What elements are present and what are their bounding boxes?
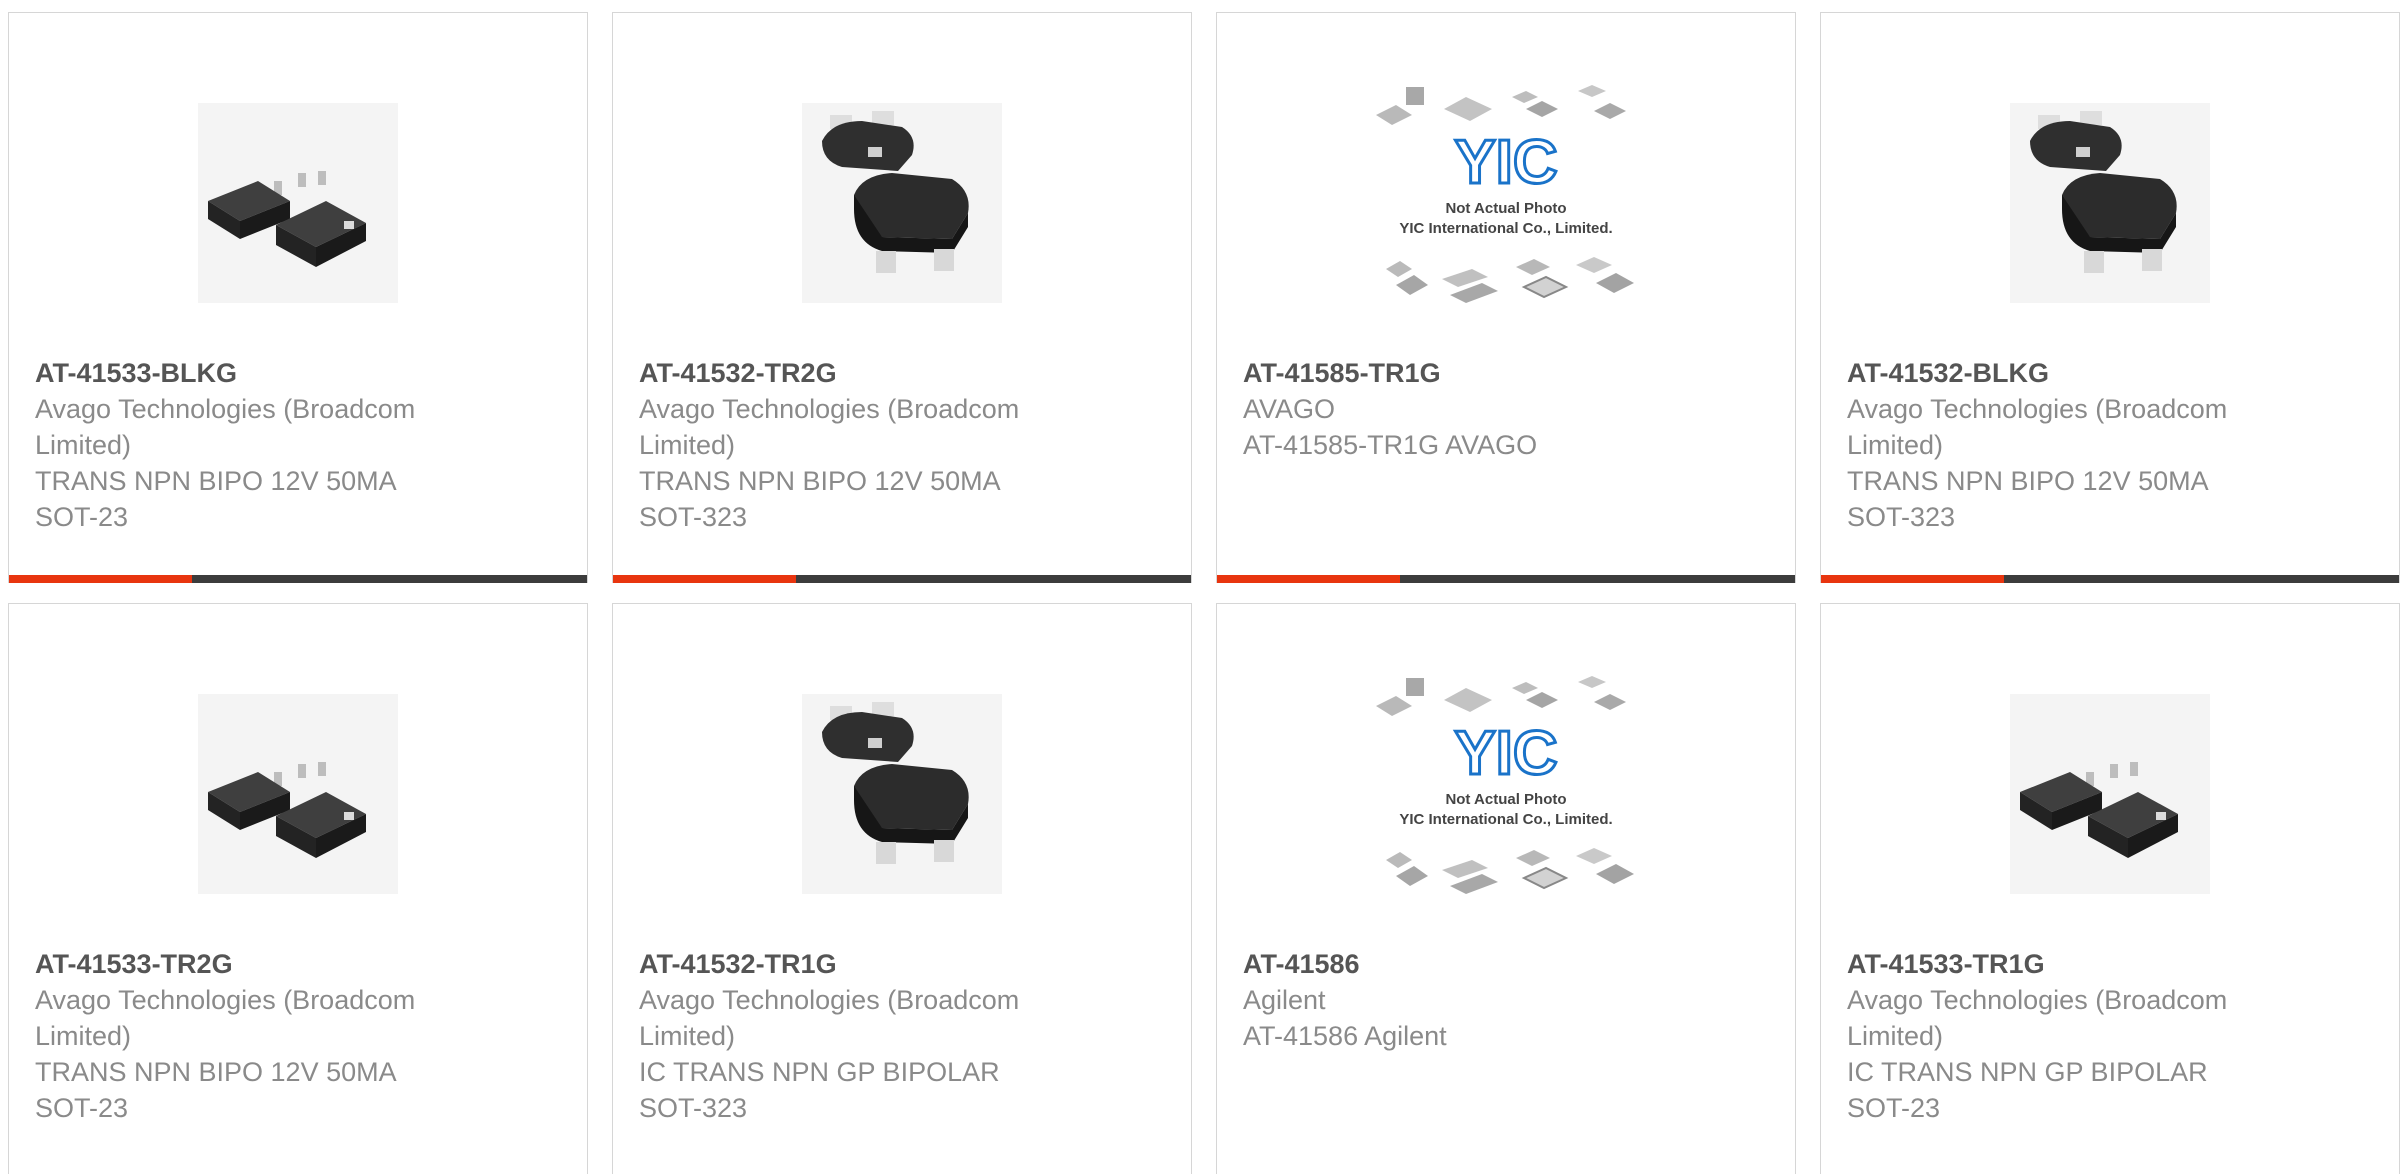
part-number-link[interactable]: AT-41533-TR1G	[1847, 946, 2347, 982]
part-number-link[interactable]: AT-41532-TR1G	[639, 946, 1139, 982]
description: SOT-323	[639, 502, 748, 532]
product-image[interactable]	[9, 664, 587, 924]
product-card[interactable]: AT-41532-BLKG Avago Technologies (Broadc…	[1820, 12, 2400, 583]
yic-logo: YIC	[1454, 128, 1557, 197]
sot-23-package-icon	[198, 103, 398, 303]
placeholder-caption: Not Actual Photo	[1445, 200, 1566, 217]
yic-logo: YIC	[1454, 719, 1557, 788]
description: TRANS NPN BIPO 12V 50MA	[639, 466, 1001, 496]
description: TRANS NPN BIPO 12V 50MA	[35, 1057, 397, 1087]
description: SOT-323	[1847, 502, 1956, 532]
product-grid: AT-41533-BLKG Avago Technologies (Broadc…	[8, 12, 2400, 1174]
manufacturer: Avago Technologies (Broadcom	[639, 394, 1020, 424]
manufacturer: Avago Technologies (Broadcom	[1847, 394, 2228, 424]
manufacturer: Avago Technologies (Broadcom	[35, 394, 416, 424]
product-info: AT-41533-TR1G Avago Technologies (Broadc…	[1847, 946, 2347, 1126]
description: TRANS NPN BIPO 12V 50MA	[35, 466, 397, 496]
product-info: AT-41532-BLKG Avago Technologies (Broadc…	[1847, 355, 2347, 535]
placeholder-caption: YIC International Co., Limited.	[1399, 220, 1612, 237]
part-number-link[interactable]: AT-41533-TR2G	[35, 946, 535, 982]
card-accent-bar	[9, 575, 192, 583]
card-accent-bar	[1821, 575, 2004, 583]
product-info: AT-41586 Agilent AT-41586 Agilent	[1243, 946, 1743, 1054]
manufacturer: AVAGO	[1243, 394, 1336, 424]
sot-23-package-icon	[2010, 694, 2210, 894]
product-image[interactable]	[9, 73, 587, 333]
card-bottom-bar	[613, 575, 1191, 583]
not-actual-photo-placeholder: YIC Not Actual Photo YIC International C…	[1376, 85, 1634, 303]
product-info: AT-41585-TR1G AVAGO AT-41585-TR1G AVAGO	[1243, 355, 1743, 463]
manufacturer: Limited)	[35, 1021, 132, 1051]
description: TRANS NPN BIPO 12V 50MA	[1847, 466, 2209, 496]
description: SOT-23	[1847, 1093, 1941, 1123]
product-card[interactable]: AT-41533-TR1G Avago Technologies (Broadc…	[1820, 603, 2400, 1174]
card-accent-bar	[613, 575, 796, 583]
placeholder-caption: YIC International Co., Limited.	[1399, 811, 1612, 828]
part-number-link[interactable]: AT-41533-BLKG	[35, 355, 535, 391]
sot-23-package-icon	[198, 694, 398, 894]
product-image[interactable]	[613, 73, 1191, 333]
product-info: AT-41532-TR2G Avago Technologies (Broadc…	[639, 355, 1139, 535]
description: IC TRANS NPN GP BIPOLAR	[639, 1057, 1000, 1087]
not-actual-photo-placeholder: YIC Not Actual Photo YIC International C…	[1376, 676, 1634, 894]
part-number-link[interactable]: AT-41586	[1243, 946, 1743, 982]
description: AT-41585-TR1G AVAGO	[1243, 430, 1538, 460]
product-info: AT-41532-TR1G Avago Technologies (Broadc…	[639, 946, 1139, 1126]
manufacturer: Limited)	[35, 430, 132, 460]
product-card[interactable]: AT-41532-TR1G Avago Technologies (Broadc…	[612, 603, 1192, 1174]
description: SOT-23	[35, 502, 129, 532]
part-number-link[interactable]: AT-41585-TR1G	[1243, 355, 1743, 391]
card-bottom-bar	[9, 575, 587, 583]
description: SOT-323	[639, 1093, 748, 1123]
product-card[interactable]: AT-41533-TR2G Avago Technologies (Broadc…	[8, 603, 588, 1174]
product-image[interactable]: YIC Not Actual Photo YIC International C…	[1217, 73, 1795, 333]
product-card[interactable]: AT-41532-TR2G Avago Technologies (Broadc…	[612, 12, 1192, 583]
product-image[interactable]	[613, 664, 1191, 924]
product-info: AT-41533-TR2G Avago Technologies (Broadc…	[35, 946, 535, 1126]
placeholder-caption: Not Actual Photo	[1445, 791, 1566, 808]
description: IC TRANS NPN GP BIPOLAR	[1847, 1057, 2208, 1087]
manufacturer: Limited)	[1847, 1021, 1944, 1051]
manufacturer: Avago Technologies (Broadcom	[639, 985, 1020, 1015]
sot-323-package-icon	[802, 694, 1002, 894]
manufacturer: Limited)	[639, 1021, 736, 1051]
product-card[interactable]: AT-41533-BLKG Avago Technologies (Broadc…	[8, 12, 588, 583]
part-number-link[interactable]: AT-41532-BLKG	[1847, 355, 2347, 391]
manufacturer: Limited)	[639, 430, 736, 460]
product-card[interactable]: YIC Not Actual Photo YIC International C…	[1216, 12, 1796, 583]
manufacturer: Avago Technologies (Broadcom	[35, 985, 416, 1015]
manufacturer: Agilent	[1243, 985, 1326, 1015]
description: AT-41586 Agilent	[1243, 1021, 1447, 1051]
manufacturer: Avago Technologies (Broadcom	[1847, 985, 2228, 1015]
sot-323-package-icon	[2010, 103, 2210, 303]
product-card[interactable]: YIC Not Actual Photo YIC International C…	[1216, 603, 1796, 1174]
product-image[interactable]	[1821, 73, 2399, 333]
product-info: AT-41533-BLKG Avago Technologies (Broadc…	[35, 355, 535, 535]
manufacturer: Limited)	[1847, 430, 1944, 460]
card-bottom-bar	[1217, 575, 1795, 583]
sot-323-package-icon	[802, 103, 1002, 303]
product-image[interactable]	[1821, 664, 2399, 924]
card-bottom-bar	[1821, 575, 2399, 583]
product-image[interactable]: YIC Not Actual Photo YIC International C…	[1217, 664, 1795, 924]
part-number-link[interactable]: AT-41532-TR2G	[639, 355, 1139, 391]
card-accent-bar	[1217, 575, 1400, 583]
description: SOT-23	[35, 1093, 129, 1123]
